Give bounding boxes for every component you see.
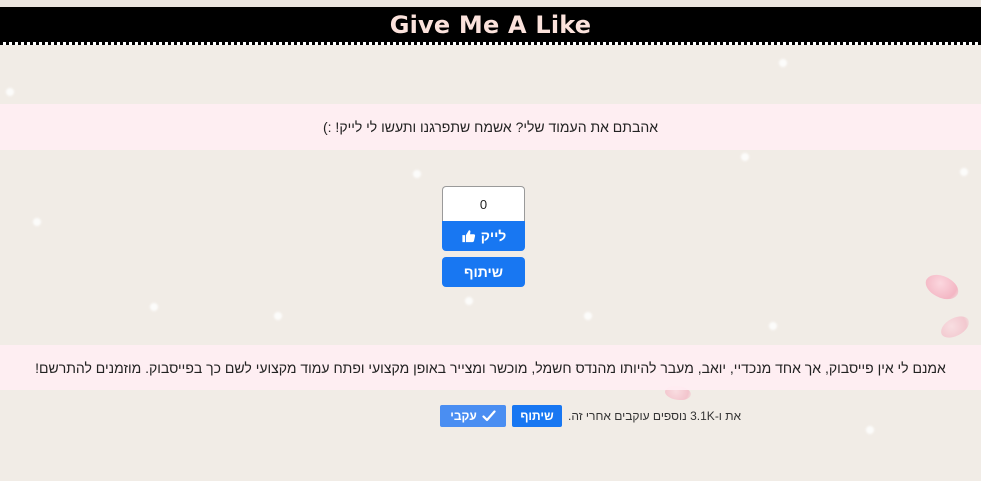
like-button[interactable]: לייק xyxy=(442,221,525,251)
intro-text: אהבתם את העמוד שלי? אשמח שתפרגנו ותעשו ל… xyxy=(322,119,659,135)
follow-share-button[interactable]: שיתוף xyxy=(512,404,562,427)
header-bar: Give Me A Like xyxy=(0,7,981,45)
intro-band: אהבתם את העמוד שלי? אשמח שתפרגנו ותעשו ל… xyxy=(0,104,981,150)
like-button-label: לייק xyxy=(480,228,507,244)
checkmark-icon xyxy=(482,409,496,422)
about-band: אמנם לי אין פייסבוק, אך אחד מנכדיי, יואב… xyxy=(0,345,981,390)
background-sparkle xyxy=(150,303,158,311)
like-count-value: 0 xyxy=(479,196,488,212)
about-text: אמנם לי אין פייסבוק, אך אחד מנכדיי, יואב… xyxy=(35,359,946,376)
follow-button[interactable]: עקבי xyxy=(440,404,506,427)
flower-petal xyxy=(921,268,963,306)
background-sparkle xyxy=(960,168,968,176)
share-button[interactable]: שיתוף xyxy=(442,257,525,287)
background-sparkle xyxy=(33,218,41,226)
background-sparkle xyxy=(741,153,749,161)
follow-button-label: עקבי xyxy=(450,408,477,423)
background-sparkle xyxy=(413,170,421,178)
top-strip xyxy=(0,0,981,7)
background-sparkle xyxy=(866,426,874,434)
follow-share-label: שיתוף xyxy=(520,408,554,423)
thumbs-up-icon xyxy=(461,229,476,243)
background-sparkle xyxy=(274,312,282,320)
like-count: 0 xyxy=(442,186,525,221)
background-sparkle xyxy=(584,312,592,320)
followers-text: את ו-3.1K נוספים עוקבים אחרי זה. xyxy=(568,408,742,423)
background-sparkle xyxy=(779,59,787,67)
like-widget: 0 לייק שיתוף xyxy=(442,186,525,287)
background-sparkle xyxy=(465,297,473,305)
background-sparkle xyxy=(6,88,14,96)
follow-bar: עקבי שיתוף את ו-3.1K נוספים עוקבים אחרי … xyxy=(440,404,741,427)
background-sparkle xyxy=(769,322,777,330)
flower-petal xyxy=(937,313,973,341)
share-button-label: שיתוף xyxy=(464,264,503,280)
site-title: Give Me A Like xyxy=(389,10,592,39)
